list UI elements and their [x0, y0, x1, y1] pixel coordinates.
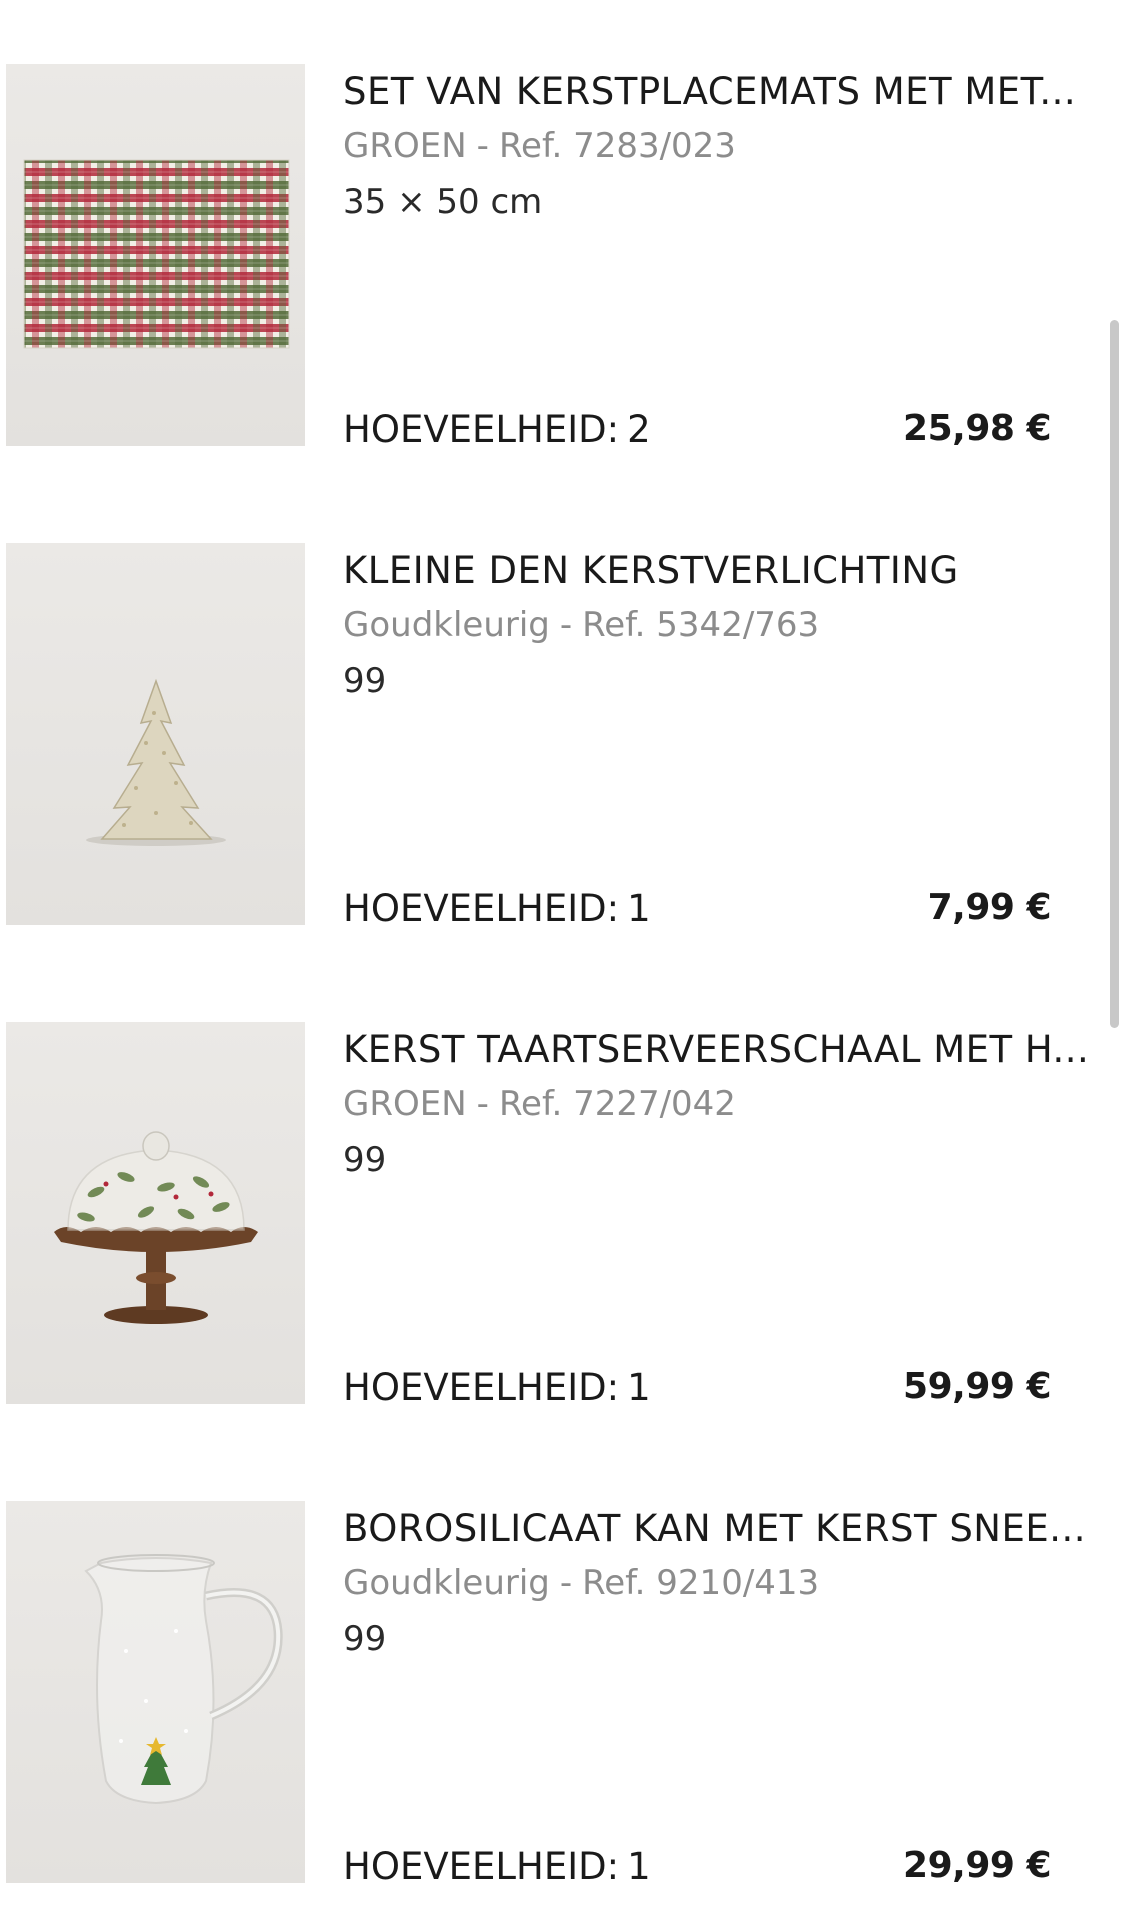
cart-item[interactable]: KERST TAARTSERVEERSCHAAL MET H... GROEN -… — [0, 1022, 1127, 1409]
quantity[interactable]: HOEVEELHEID: 1 — [343, 1366, 651, 1409]
product-variant: Goudkleurig - Ref. 5342/763 — [343, 605, 819, 645]
product-size: 99 — [343, 661, 387, 701]
product-color: GROEN — [343, 126, 467, 166]
product-color: Goudkleurig — [343, 1563, 550, 1603]
plaid-placemat-image[interactable] — [6, 64, 305, 446]
glass-jug-image[interactable] — [6, 1501, 305, 1883]
product-ref: Ref. 9210/413 — [582, 1563, 820, 1603]
cake-stand-image[interactable] — [6, 1022, 305, 1404]
variant-separator: - — [476, 126, 489, 166]
product-variant: GROEN - Ref. 7227/042 — [343, 1084, 736, 1124]
cart-item[interactable]: KLEINE DEN KERSTVERLICHTING Goudkleurig -… — [0, 543, 1127, 930]
product-size: 35 × 50 cm — [343, 182, 543, 222]
product-ref: Ref. 7227/042 — [498, 1084, 736, 1124]
item-price: 25,98 € — [903, 408, 1051, 449]
quantity-label: HOEVEELHEID: — [343, 887, 620, 930]
item-price: 59,99 € — [903, 1366, 1051, 1407]
product-name[interactable]: SET VAN KERSTPLACEMATS MET MET... — [343, 70, 1076, 113]
product-size: 99 — [343, 1619, 387, 1659]
variant-separator: - — [559, 1563, 573, 1603]
quantity-value: 1 — [627, 1366, 651, 1409]
quantity-label: HOEVEELHEID: — [343, 1366, 620, 1409]
scrollbar[interactable] — [1110, 320, 1119, 1028]
product-color: GROEN — [343, 1084, 467, 1124]
cart-item[interactable]: BOROSILICAAT KAN MET KERST SNEE... Goudk… — [0, 1501, 1127, 1888]
product-color: Goudkleurig — [343, 605, 550, 645]
product-variant: Goudkleurig - Ref. 9210/413 — [343, 1563, 819, 1603]
quantity[interactable]: HOEVEELHEID: 1 — [343, 1845, 651, 1888]
variant-separator: - — [476, 1084, 489, 1124]
quantity[interactable]: HOEVEELHEID: 1 — [343, 887, 651, 930]
product-size: 99 — [343, 1140, 387, 1180]
quantity-label: HOEVEELHEID: — [343, 1845, 620, 1888]
product-name[interactable]: KERST TAARTSERVEERSCHAAL MET H... — [343, 1028, 1089, 1071]
item-price: 29,99 € — [903, 1845, 1051, 1886]
product-ref: Ref. 7283/023 — [498, 126, 736, 166]
cart-item[interactable]: SET VAN KERSTPLACEMATS MET MET... GROEN -… — [0, 64, 1127, 451]
product-variant: GROEN - Ref. 7283/023 — [343, 126, 736, 166]
quantity[interactable]: HOEVEELHEID: 2 — [343, 408, 651, 451]
quantity-value: 1 — [627, 1845, 651, 1888]
variant-separator: - — [559, 605, 573, 645]
item-price: 7,99 € — [927, 887, 1052, 928]
product-name[interactable]: KLEINE DEN KERSTVERLICHTING — [343, 549, 1063, 592]
product-name[interactable]: BOROSILICAAT KAN MET KERST SNEE... — [343, 1507, 1086, 1550]
quantity-value: 2 — [627, 408, 651, 451]
quantity-value: 1 — [627, 887, 651, 930]
product-ref: Ref. 5342/763 — [582, 605, 820, 645]
ceramic-tree-image[interactable] — [6, 543, 305, 925]
quantity-label: HOEVEELHEID: — [343, 408, 620, 451]
